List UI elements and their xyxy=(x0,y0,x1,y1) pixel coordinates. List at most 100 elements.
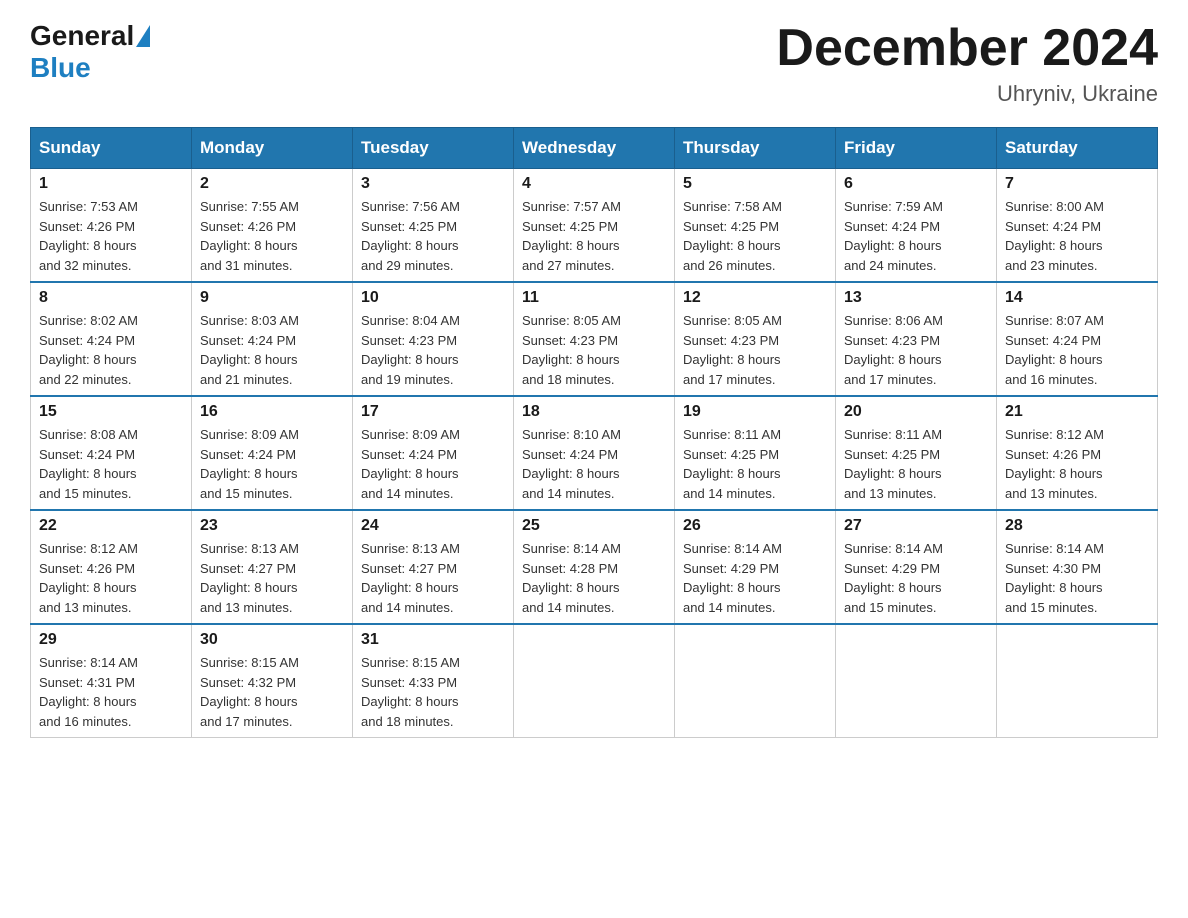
day-number: 21 xyxy=(1005,403,1149,421)
day-number: 5 xyxy=(683,175,827,193)
day-info: Sunrise: 8:06 AMSunset: 4:23 PMDaylight:… xyxy=(844,311,988,389)
calendar-header-row: SundayMondayTuesdayWednesdayThursdayFrid… xyxy=(31,128,1158,169)
calendar-cell: 28 Sunrise: 8:14 AMSunset: 4:30 PMDaylig… xyxy=(997,510,1158,624)
calendar-header-sunday: Sunday xyxy=(31,128,192,169)
calendar-cell xyxy=(997,624,1158,738)
page-header: General Blue December 2024 Uhryniv, Ukra… xyxy=(30,20,1158,107)
day-number: 20 xyxy=(844,403,988,421)
day-number: 30 xyxy=(200,631,344,649)
calendar-cell: 21 Sunrise: 8:12 AMSunset: 4:26 PMDaylig… xyxy=(997,396,1158,510)
calendar-cell: 30 Sunrise: 8:15 AMSunset: 4:32 PMDaylig… xyxy=(192,624,353,738)
calendar-week-row: 22 Sunrise: 8:12 AMSunset: 4:26 PMDaylig… xyxy=(31,510,1158,624)
day-info: Sunrise: 8:14 AMSunset: 4:28 PMDaylight:… xyxy=(522,539,666,617)
calendar-header-thursday: Thursday xyxy=(675,128,836,169)
title-block: December 2024 Uhryniv, Ukraine xyxy=(776,20,1158,107)
calendar-cell: 22 Sunrise: 8:12 AMSunset: 4:26 PMDaylig… xyxy=(31,510,192,624)
calendar-cell: 16 Sunrise: 8:09 AMSunset: 4:24 PMDaylig… xyxy=(192,396,353,510)
calendar-cell: 9 Sunrise: 8:03 AMSunset: 4:24 PMDayligh… xyxy=(192,282,353,396)
calendar-cell: 3 Sunrise: 7:56 AMSunset: 4:25 PMDayligh… xyxy=(353,169,514,283)
day-info: Sunrise: 8:04 AMSunset: 4:23 PMDaylight:… xyxy=(361,311,505,389)
calendar-cell: 15 Sunrise: 8:08 AMSunset: 4:24 PMDaylig… xyxy=(31,396,192,510)
calendar-cell: 18 Sunrise: 8:10 AMSunset: 4:24 PMDaylig… xyxy=(514,396,675,510)
day-info: Sunrise: 7:59 AMSunset: 4:24 PMDaylight:… xyxy=(844,197,988,275)
day-info: Sunrise: 8:15 AMSunset: 4:32 PMDaylight:… xyxy=(200,653,344,731)
day-number: 6 xyxy=(844,175,988,193)
day-info: Sunrise: 8:05 AMSunset: 4:23 PMDaylight:… xyxy=(683,311,827,389)
day-number: 29 xyxy=(39,631,183,649)
day-number: 3 xyxy=(361,175,505,193)
day-number: 31 xyxy=(361,631,505,649)
day-info: Sunrise: 8:09 AMSunset: 4:24 PMDaylight:… xyxy=(200,425,344,503)
calendar-cell: 23 Sunrise: 8:13 AMSunset: 4:27 PMDaylig… xyxy=(192,510,353,624)
day-number: 12 xyxy=(683,289,827,307)
calendar-cell: 24 Sunrise: 8:13 AMSunset: 4:27 PMDaylig… xyxy=(353,510,514,624)
day-number: 24 xyxy=(361,517,505,535)
day-info: Sunrise: 7:56 AMSunset: 4:25 PMDaylight:… xyxy=(361,197,505,275)
day-info: Sunrise: 8:13 AMSunset: 4:27 PMDaylight:… xyxy=(200,539,344,617)
calendar-cell: 25 Sunrise: 8:14 AMSunset: 4:28 PMDaylig… xyxy=(514,510,675,624)
calendar-week-row: 1 Sunrise: 7:53 AMSunset: 4:26 PMDayligh… xyxy=(31,169,1158,283)
day-number: 14 xyxy=(1005,289,1149,307)
calendar-cell: 27 Sunrise: 8:14 AMSunset: 4:29 PMDaylig… xyxy=(836,510,997,624)
calendar-cell xyxy=(836,624,997,738)
day-info: Sunrise: 7:53 AMSunset: 4:26 PMDaylight:… xyxy=(39,197,183,275)
calendar-cell: 4 Sunrise: 7:57 AMSunset: 4:25 PMDayligh… xyxy=(514,169,675,283)
calendar-header-saturday: Saturday xyxy=(997,128,1158,169)
day-info: Sunrise: 7:58 AMSunset: 4:25 PMDaylight:… xyxy=(683,197,827,275)
day-number: 11 xyxy=(522,289,666,307)
calendar-cell: 13 Sunrise: 8:06 AMSunset: 4:23 PMDaylig… xyxy=(836,282,997,396)
day-info: Sunrise: 8:07 AMSunset: 4:24 PMDaylight:… xyxy=(1005,311,1149,389)
day-number: 4 xyxy=(522,175,666,193)
calendar-cell: 5 Sunrise: 7:58 AMSunset: 4:25 PMDayligh… xyxy=(675,169,836,283)
calendar-cell xyxy=(675,624,836,738)
day-number: 19 xyxy=(683,403,827,421)
day-number: 9 xyxy=(200,289,344,307)
calendar-cell xyxy=(514,624,675,738)
location-text: Uhryniv, Ukraine xyxy=(776,81,1158,107)
calendar-cell: 1 Sunrise: 7:53 AMSunset: 4:26 PMDayligh… xyxy=(31,169,192,283)
day-number: 17 xyxy=(361,403,505,421)
logo-triangle-icon xyxy=(136,25,150,47)
day-number: 27 xyxy=(844,517,988,535)
day-info: Sunrise: 8:13 AMSunset: 4:27 PMDaylight:… xyxy=(361,539,505,617)
day-info: Sunrise: 8:11 AMSunset: 4:25 PMDaylight:… xyxy=(844,425,988,503)
calendar-cell: 19 Sunrise: 8:11 AMSunset: 4:25 PMDaylig… xyxy=(675,396,836,510)
day-info: Sunrise: 8:15 AMSunset: 4:33 PMDaylight:… xyxy=(361,653,505,731)
day-info: Sunrise: 8:14 AMSunset: 4:30 PMDaylight:… xyxy=(1005,539,1149,617)
calendar-cell: 29 Sunrise: 8:14 AMSunset: 4:31 PMDaylig… xyxy=(31,624,192,738)
day-number: 22 xyxy=(39,517,183,535)
day-info: Sunrise: 8:05 AMSunset: 4:23 PMDaylight:… xyxy=(522,311,666,389)
calendar-cell: 26 Sunrise: 8:14 AMSunset: 4:29 PMDaylig… xyxy=(675,510,836,624)
calendar-cell: 14 Sunrise: 8:07 AMSunset: 4:24 PMDaylig… xyxy=(997,282,1158,396)
day-number: 26 xyxy=(683,517,827,535)
calendar-week-row: 8 Sunrise: 8:02 AMSunset: 4:24 PMDayligh… xyxy=(31,282,1158,396)
calendar-week-row: 15 Sunrise: 8:08 AMSunset: 4:24 PMDaylig… xyxy=(31,396,1158,510)
day-number: 23 xyxy=(200,517,344,535)
day-info: Sunrise: 8:10 AMSunset: 4:24 PMDaylight:… xyxy=(522,425,666,503)
calendar-header-wednesday: Wednesday xyxy=(514,128,675,169)
day-number: 7 xyxy=(1005,175,1149,193)
day-info: Sunrise: 8:11 AMSunset: 4:25 PMDaylight:… xyxy=(683,425,827,503)
calendar-header-monday: Monday xyxy=(192,128,353,169)
calendar-cell: 6 Sunrise: 7:59 AMSunset: 4:24 PMDayligh… xyxy=(836,169,997,283)
day-number: 18 xyxy=(522,403,666,421)
day-info: Sunrise: 8:12 AMSunset: 4:26 PMDaylight:… xyxy=(39,539,183,617)
day-number: 13 xyxy=(844,289,988,307)
logo-general-text: General xyxy=(30,20,134,52)
day-number: 10 xyxy=(361,289,505,307)
calendar-cell: 2 Sunrise: 7:55 AMSunset: 4:26 PMDayligh… xyxy=(192,169,353,283)
calendar-table: SundayMondayTuesdayWednesdayThursdayFrid… xyxy=(30,127,1158,738)
day-number: 15 xyxy=(39,403,183,421)
calendar-cell: 10 Sunrise: 8:04 AMSunset: 4:23 PMDaylig… xyxy=(353,282,514,396)
calendar-header-tuesday: Tuesday xyxy=(353,128,514,169)
calendar-cell: 7 Sunrise: 8:00 AMSunset: 4:24 PMDayligh… xyxy=(997,169,1158,283)
logo: General Blue xyxy=(30,20,152,84)
calendar-cell: 20 Sunrise: 8:11 AMSunset: 4:25 PMDaylig… xyxy=(836,396,997,510)
logo-blue-text: Blue xyxy=(30,52,91,84)
day-info: Sunrise: 8:14 AMSunset: 4:31 PMDaylight:… xyxy=(39,653,183,731)
day-number: 28 xyxy=(1005,517,1149,535)
day-info: Sunrise: 8:14 AMSunset: 4:29 PMDaylight:… xyxy=(683,539,827,617)
calendar-week-row: 29 Sunrise: 8:14 AMSunset: 4:31 PMDaylig… xyxy=(31,624,1158,738)
day-info: Sunrise: 8:12 AMSunset: 4:26 PMDaylight:… xyxy=(1005,425,1149,503)
day-number: 2 xyxy=(200,175,344,193)
